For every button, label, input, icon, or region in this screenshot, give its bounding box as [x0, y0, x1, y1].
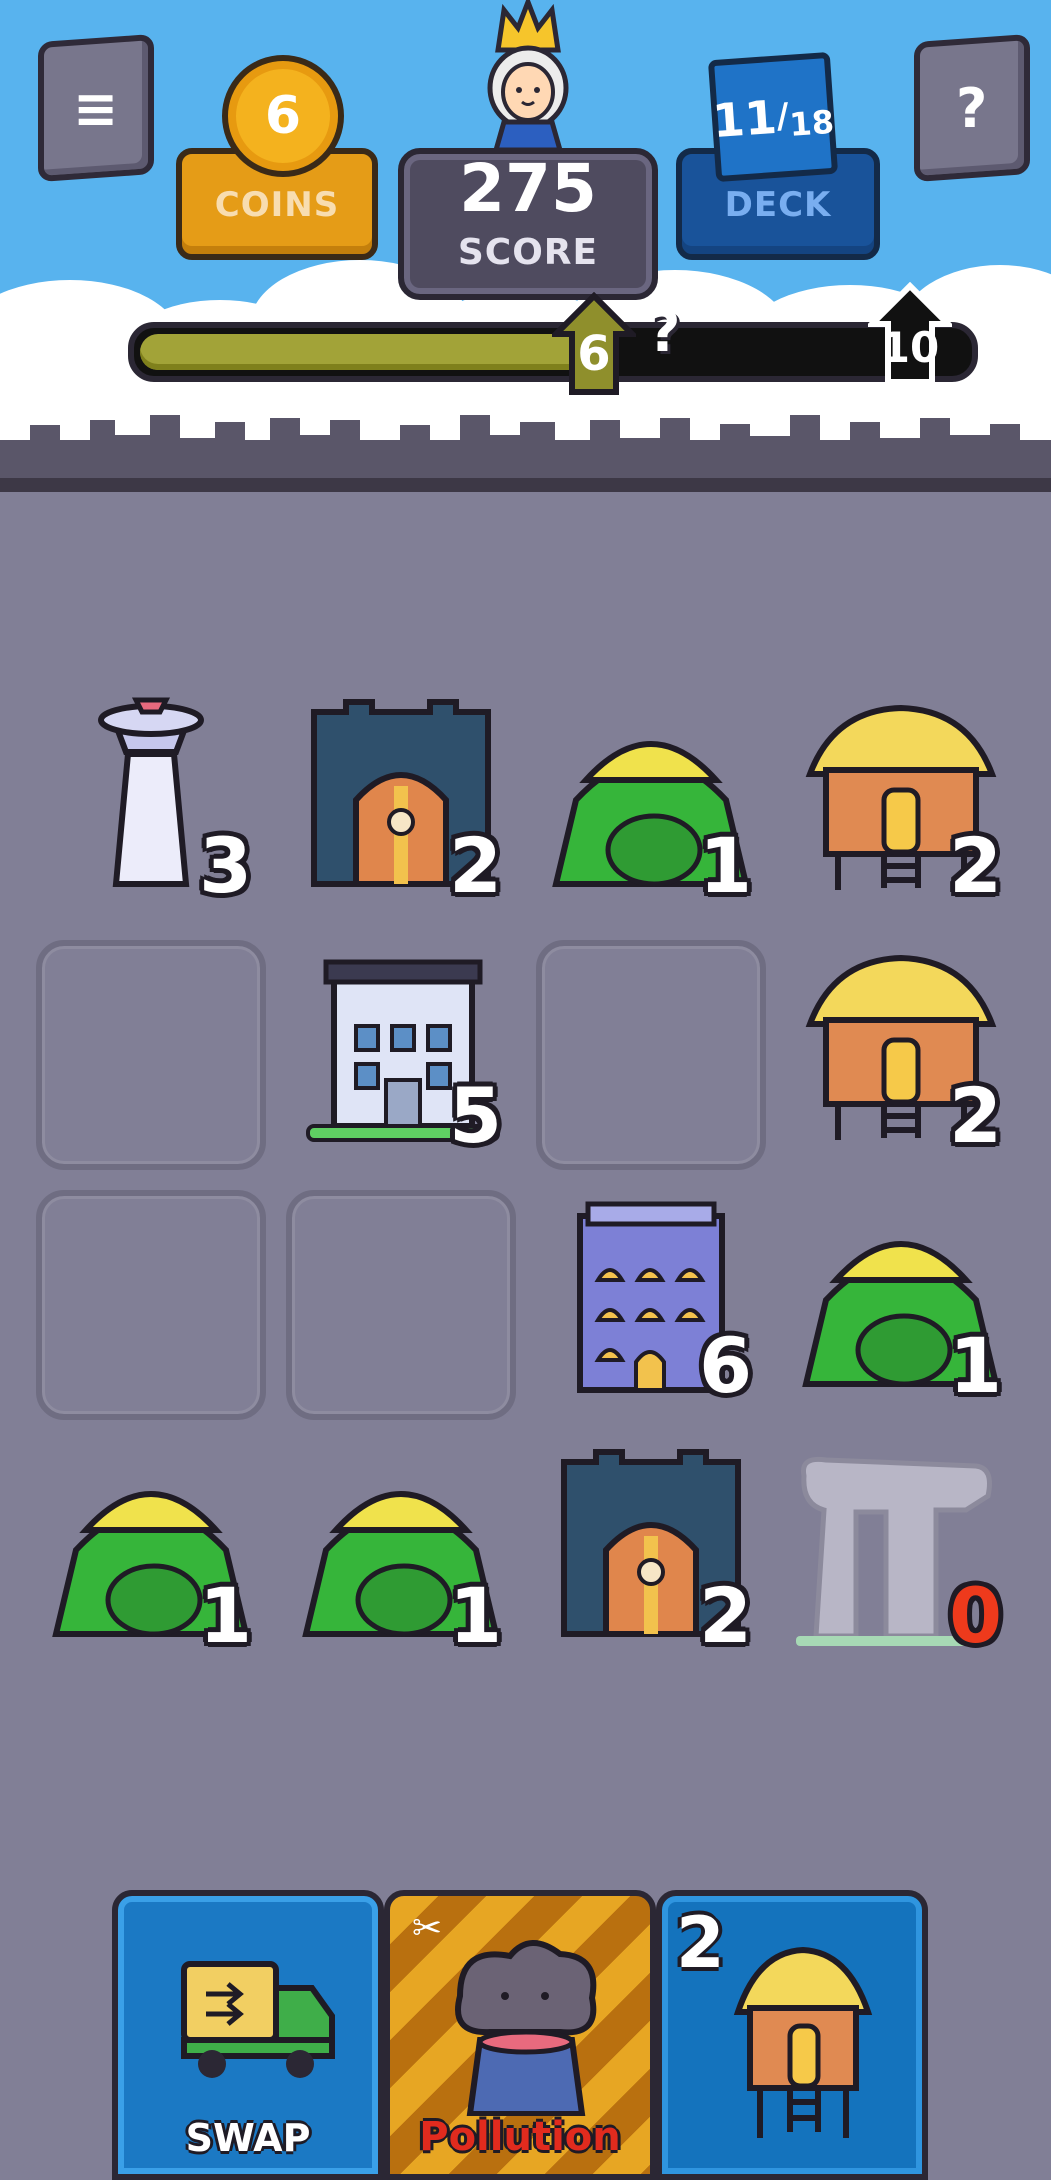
- city-skyline: [0, 415, 1051, 490]
- pollution-card-label: Pollution: [419, 2114, 621, 2160]
- tile-level: 2: [949, 821, 1002, 910]
- factory-smoke-icon: [455, 1940, 597, 2116]
- help-icon: ?: [956, 76, 988, 140]
- current-level-marker: 6: [552, 292, 636, 400]
- score-label: SCORE: [457, 232, 599, 273]
- board-tile-ruins[interactable]: 0: [786, 1440, 1016, 1670]
- tile-level: 6: [699, 1321, 752, 1410]
- menu-button[interactable]: ≡: [38, 33, 154, 183]
- board-tile-apartment-building[interactable]: 6: [536, 1190, 766, 1420]
- tile-level: 2: [699, 1571, 752, 1660]
- deck-label: DECK: [724, 185, 832, 225]
- building-card-cost: 2: [676, 1902, 725, 1984]
- deck-card-icon: 11/18: [707, 51, 839, 183]
- next-level-value: 10: [880, 323, 940, 372]
- tile-level: 3: [199, 821, 252, 910]
- tile-level: 1: [699, 821, 752, 910]
- tile-level: 1: [949, 1321, 1002, 1410]
- tile-level: 0: [949, 1571, 1002, 1660]
- scissors-icon: ✂: [412, 1908, 443, 1949]
- tile-level: 5: [449, 1071, 502, 1160]
- board-tile-stilt-hut[interactable]: 2: [786, 940, 1016, 1170]
- board-tile-tent[interactable]: 1: [286, 1440, 516, 1670]
- progress-fill: [140, 334, 603, 370]
- board-tile-castle[interactable]: 2: [286, 690, 516, 920]
- empty-slot[interactable]: [36, 1190, 266, 1420]
- empty-slot[interactable]: [36, 940, 266, 1170]
- coins-value: 6: [264, 86, 302, 146]
- deck-total: 18: [788, 102, 836, 144]
- tile-level: 2: [449, 821, 502, 910]
- swap-card[interactable]: SWAP: [112, 1890, 384, 2180]
- current-level-value: 6: [577, 326, 611, 382]
- menu-icon: ≡: [73, 76, 119, 140]
- board-tile-castle[interactable]: 2: [536, 1440, 766, 1670]
- tile-level: 1: [449, 1571, 502, 1660]
- board-tile-tent[interactable]: 1: [786, 1190, 1016, 1420]
- king-avatar: [487, 0, 569, 150]
- pollution-card[interactable]: ✂ Pollution: [384, 1890, 656, 2180]
- board-tile-office-building[interactable]: 5: [286, 940, 516, 1170]
- coin-icon: 6: [222, 55, 344, 177]
- coins-label: COINS: [214, 185, 340, 225]
- deck-count: 11: [710, 89, 779, 149]
- help-button[interactable]: ?: [914, 33, 1030, 183]
- empty-slot[interactable]: [536, 940, 766, 1170]
- tile-level: 1: [199, 1571, 252, 1660]
- mystery-marker: ?: [648, 300, 681, 365]
- empty-slot[interactable]: [286, 1190, 516, 1420]
- swap-card-label: SWAP: [185, 2116, 311, 2160]
- board-tile-tent[interactable]: 1: [36, 1440, 266, 1670]
- building-card[interactable]: 2: [656, 1890, 928, 2180]
- card-hand: SWAP ✂ Pollution 2: [112, 1890, 940, 2180]
- board-tile-observation-tower[interactable]: 3: [36, 690, 266, 920]
- tile-level: 2: [949, 1071, 1002, 1160]
- stilt-hut-icon: [733, 1946, 873, 2138]
- board-tile-stilt-hut[interactable]: 2: [786, 690, 1016, 920]
- ground-edge: [0, 478, 1051, 492]
- truck-icon: [181, 1961, 335, 2078]
- board-tile-tent[interactable]: 1: [536, 690, 766, 920]
- next-level-marker: 10: [868, 282, 952, 390]
- score-value: 275: [459, 150, 597, 227]
